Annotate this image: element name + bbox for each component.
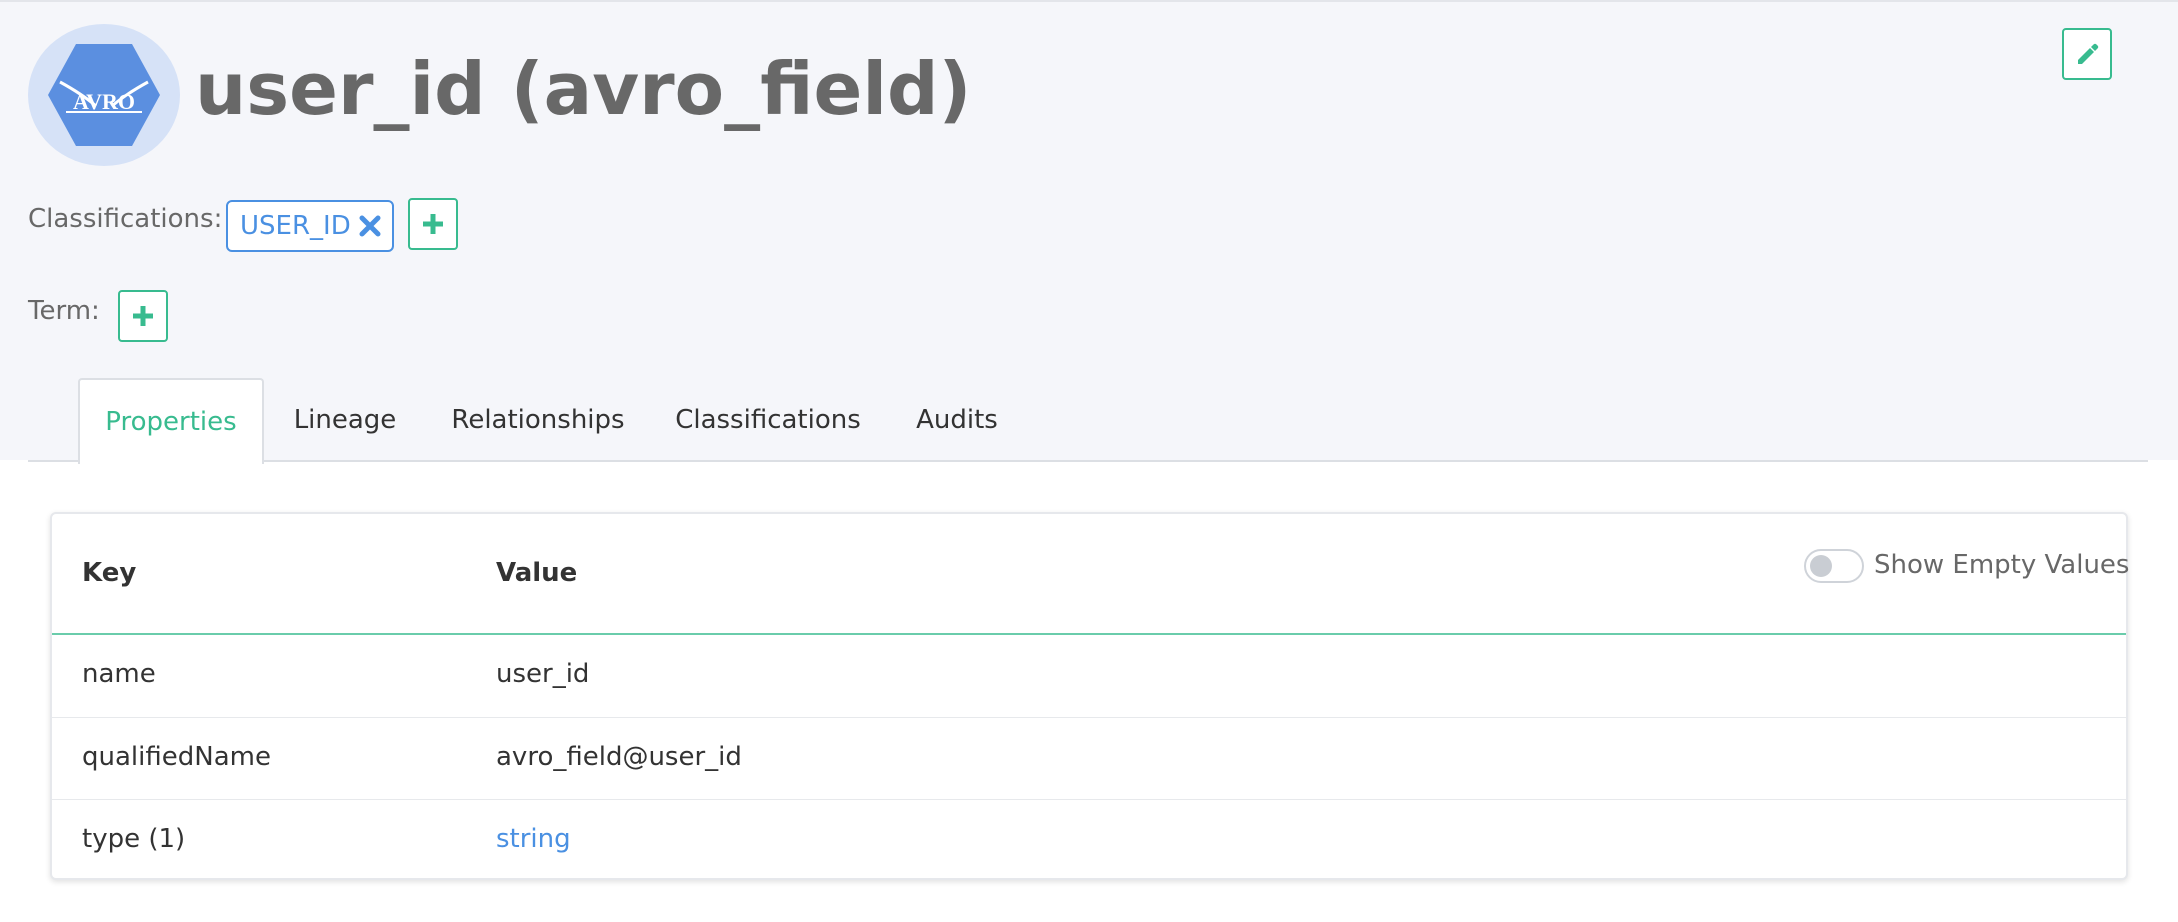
tab-relationships[interactable]: Relationships [444, 378, 632, 462]
row-key: name [82, 659, 156, 689]
classification-tag-user-id[interactable]: USER_ID [226, 200, 394, 252]
plus-icon [423, 214, 443, 234]
tab-lineage[interactable]: Lineage [280, 378, 410, 462]
tab-audits[interactable]: Audits [902, 378, 1012, 462]
classifications-label: Classifications: [28, 204, 223, 234]
type-link[interactable]: string [496, 824, 571, 854]
table-row: type (1) string [52, 799, 2126, 881]
classification-tag-label: USER_ID [240, 211, 351, 241]
entity-header: AVRO user_id (avro_field) Classification… [0, 0, 2178, 464]
avro-logo-text: AVRO [73, 89, 135, 114]
avro-hexagon-icon: AVRO [48, 44, 160, 146]
tab-properties[interactable]: Properties [78, 378, 264, 464]
edit-button[interactable] [2062, 28, 2112, 80]
table-row: qualifiedName avro_field@user_id [52, 717, 2126, 799]
term-label: Term: [28, 296, 100, 326]
properties-panel: Key Value Show Empty Values name user_id… [50, 512, 2130, 881]
row-value: avro_field@user_id [496, 742, 742, 772]
close-x-icon[interactable] [358, 214, 382, 242]
page-title: user_id (avro_field) [195, 47, 972, 131]
column-header-key: Key [82, 558, 137, 588]
table-row: name user_id [52, 635, 2126, 717]
column-header-value: Value [496, 558, 578, 588]
toggle-knob [1810, 555, 1832, 577]
row-key: type (1) [82, 824, 186, 854]
add-term-button[interactable] [118, 290, 168, 342]
show-empty-values-toggle[interactable] [1804, 549, 1864, 583]
plus-icon [133, 306, 153, 326]
pencil-icon [2078, 43, 2099, 64]
row-value: user_id [496, 659, 590, 689]
tab-classifications[interactable]: Classifications [668, 378, 868, 462]
entity-logo: AVRO [28, 24, 180, 166]
add-classification-button[interactable] [408, 198, 458, 250]
row-key: qualifiedName [82, 742, 271, 772]
show-empty-values-label: Show Empty Values [1874, 550, 2130, 580]
